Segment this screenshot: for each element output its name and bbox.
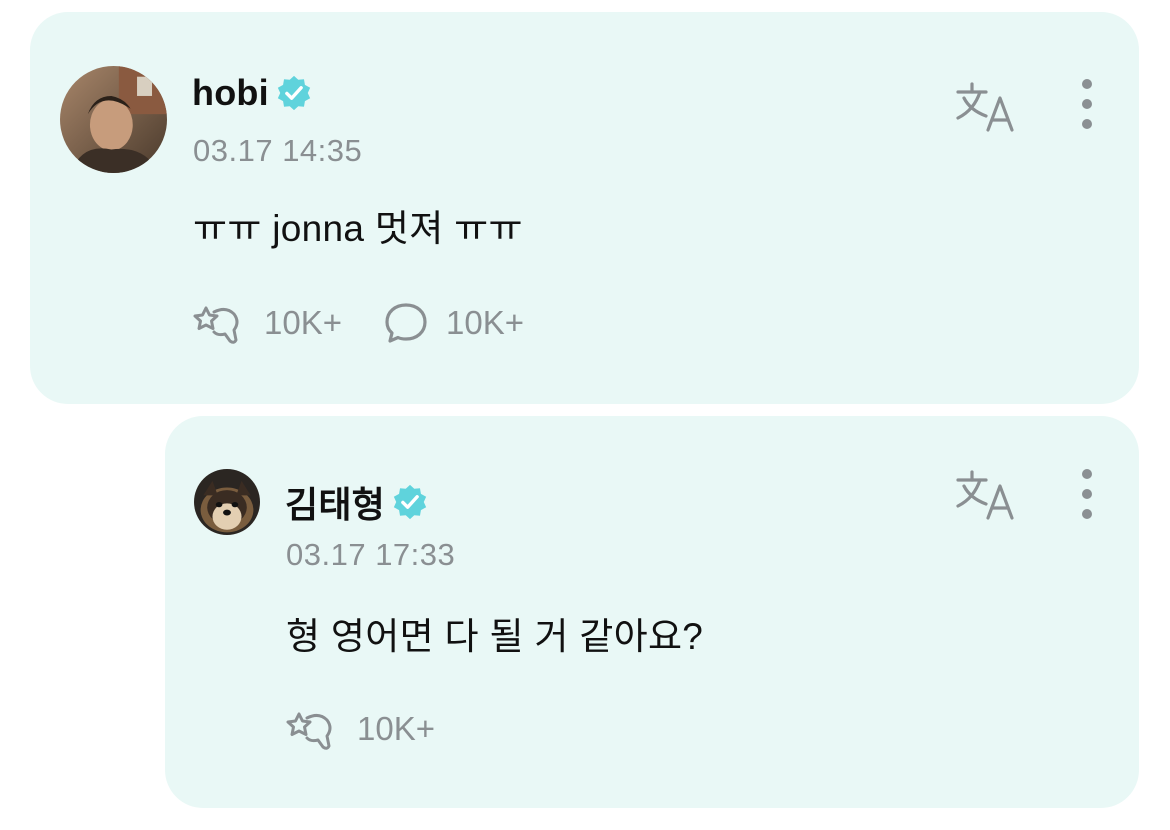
translate-icon [956, 82, 1014, 132]
more-options-button[interactable] [1076, 76, 1098, 132]
star-hand-like-icon [286, 712, 332, 750]
username[interactable]: hobi [192, 72, 269, 114]
more-vertical-icon [1082, 79, 1092, 129]
translate-button[interactable] [954, 466, 1018, 522]
username[interactable]: 김태형 [285, 476, 385, 528]
translate-icon [956, 470, 1014, 520]
user-photo-avatar-icon [60, 66, 167, 173]
verified-badge-icon [277, 75, 310, 111]
speech-bubble-icon [385, 303, 427, 343]
author-row: hobi [192, 72, 313, 114]
more-options-button[interactable] [1076, 466, 1098, 522]
reply-actions: 10K+ [285, 706, 475, 752]
verified-badge-icon [393, 484, 427, 520]
like-button[interactable]: 10K+ [192, 300, 342, 346]
translate-button[interactable] [954, 78, 1018, 134]
timestamp: 03.17 17:33 [286, 537, 456, 572]
star-hand-like-icon [193, 306, 239, 344]
timestamp: 03.17 14:35 [193, 133, 363, 168]
reply-card: 김태형 03.17 17:33 형 영어면 다 될 거 같아요? 10K+ [165, 416, 1139, 808]
comment-button[interactable]: 10K+ [382, 301, 524, 345]
avatar[interactable] [60, 66, 167, 173]
author-row: 김태형 [285, 476, 429, 528]
post-actions: 10K+ 10K+ [192, 300, 564, 346]
more-vertical-icon [1082, 469, 1092, 519]
avatar[interactable] [194, 469, 260, 535]
post-text: ㅠㅠ jonna 멋져 ㅠㅠ [193, 208, 523, 249]
dog-photo-avatar-icon [194, 469, 260, 535]
like-count: 10K+ [264, 304, 342, 341]
reply-text: 형 영어면 다 될 거 같아요? [286, 616, 704, 657]
like-button[interactable]: 10K+ [285, 706, 435, 752]
post-card: hobi 03.17 14:35 ㅠㅠ jonna 멋져 ㅠㅠ 10K+ 10K… [30, 12, 1139, 404]
like-count: 10K+ [357, 710, 435, 747]
comment-count: 10K+ [446, 304, 524, 341]
